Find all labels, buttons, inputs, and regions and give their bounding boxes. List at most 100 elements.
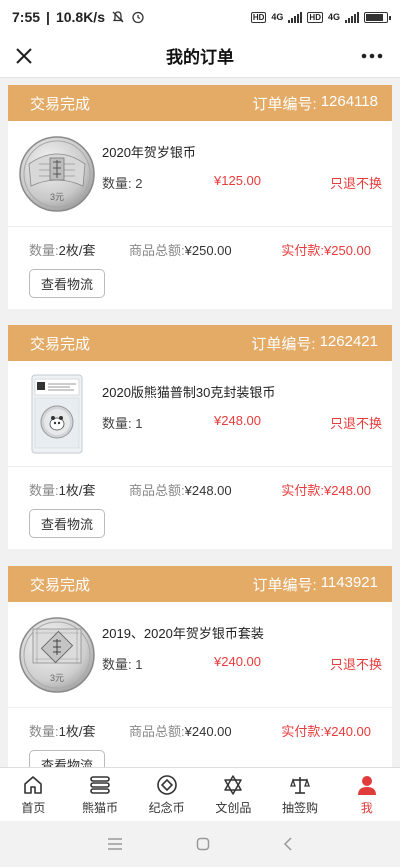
order-number-label: 订单编号: xyxy=(252,95,317,113)
unit-value: 2枚/套 xyxy=(58,243,96,258)
product-name[interactable]: 2019、2020年贺岁银币套装 xyxy=(102,623,264,642)
status-divider: | xyxy=(46,9,50,25)
order-header: 交易完成 订单编号: 1262421 xyxy=(8,325,392,361)
product-qty: 数量: 1 xyxy=(102,654,142,673)
order-item[interactable]: 3元 2020年贺岁银币 数量: 2 ¥125.00 只退不换 xyxy=(8,121,392,227)
return-policy: 只退不换 xyxy=(329,657,382,672)
alarm-icon xyxy=(132,11,144,24)
network-type-2: 4G xyxy=(327,12,340,22)
paid-label: 实付款: xyxy=(281,243,324,258)
unit-value: 1枚/套 xyxy=(58,483,96,498)
network-type-1: 4G xyxy=(271,12,284,22)
tab-label: 熊猫币 xyxy=(82,800,119,815)
page-title: 我的订单 xyxy=(166,48,234,67)
order-item[interactable]: 2020版熊猫普制30克封装银币 数量: 1 ¥248.00 只退不换 xyxy=(8,361,392,467)
unit-info: 数量:1枚/套 xyxy=(29,721,95,740)
tab-label: 文创品 xyxy=(215,800,252,815)
hd-badge-2: HD xyxy=(307,11,323,23)
status-time: 7:55 xyxy=(12,9,41,25)
total-info: 商品总额:¥250.00 xyxy=(129,240,232,259)
product-thumbnail[interactable]: 3元 xyxy=(14,131,100,217)
order-header: 交易完成 订单编号: 1264118 xyxy=(8,85,392,121)
menu-icon[interactable] xyxy=(107,837,123,851)
nav-bar: 我的订单 xyxy=(0,34,400,78)
commemorative-coin-icon xyxy=(156,774,177,795)
more-button[interactable] xyxy=(358,42,386,70)
total-label: 商品总额: xyxy=(129,483,185,498)
unit-label: 数量: xyxy=(29,483,59,498)
order-number: 1262421 xyxy=(319,332,378,350)
unit-info: 数量:2枚/套 xyxy=(29,240,95,259)
unit-info: 数量:1枚/套 xyxy=(29,480,95,499)
qty-label: 数量: xyxy=(102,176,132,191)
order-number: 1143921 xyxy=(320,573,378,591)
signal-icon xyxy=(288,11,303,23)
unit-label: 数量: xyxy=(29,724,59,739)
view-logistics-button[interactable]: 查看物流 xyxy=(29,269,105,298)
qty-value: 1 xyxy=(135,416,143,431)
coin-stack-icon xyxy=(90,775,110,794)
order-item[interactable]: 3元 2019、2020年贺岁银币套装 数量: 1 ¥240.00 只退不换 xyxy=(8,602,392,708)
silver-coin-set-image: 3元 xyxy=(19,617,95,693)
tab-home[interactable]: 首页 xyxy=(0,768,67,821)
order-list[interactable]: 交易完成 订单编号: 1264118 3元 2020年贺岁银币 数量: 2 ¥1… xyxy=(0,79,400,767)
total-label: 商品总额: xyxy=(129,724,185,739)
product-qty: 数量: 1 xyxy=(102,413,142,432)
close-button[interactable] xyxy=(10,42,38,70)
order-card: 交易完成 订单编号: 1264118 3元 2020年贺岁银币 数量: 2 ¥1… xyxy=(8,85,392,309)
qty-value: 1 xyxy=(135,657,143,672)
paid-info: 实付款:¥240.00 xyxy=(281,721,371,740)
network-speed: 10.8K/s xyxy=(55,9,105,25)
back-icon[interactable] xyxy=(283,837,293,851)
order-number-group: 订单编号: 1143921 xyxy=(253,574,378,595)
silver-coin-image: 3元 xyxy=(19,136,95,212)
unit-value: 1枚/套 xyxy=(58,724,96,739)
tab-cultural-products[interactable]: 文创品 xyxy=(200,768,267,821)
order-status: 交易完成 xyxy=(30,335,91,353)
product-qty: 数量: 2 xyxy=(102,173,142,192)
tab-panda-coin[interactable]: 熊猫币 xyxy=(67,768,134,821)
tab-label: 首页 xyxy=(21,800,46,815)
tab-lottery-purchase[interactable]: 抽签购 xyxy=(267,768,334,821)
product-thumbnail[interactable]: 3元 xyxy=(14,612,100,698)
return-policy: 只退不换 xyxy=(329,176,382,191)
unit-price: ¥240.00 xyxy=(214,654,261,669)
tab-label: 抽签购 xyxy=(282,800,319,815)
close-icon xyxy=(16,48,32,64)
order-actions: 查看物流 xyxy=(8,263,392,309)
qty-label: 数量: xyxy=(102,416,132,431)
paid-value: ¥248.00 xyxy=(324,483,371,498)
view-logistics-button[interactable]: 查看物流 xyxy=(29,750,105,767)
order-summary: 数量:1枚/套 商品总额:¥248.00 实付款:¥248.00 xyxy=(8,467,392,503)
total-value: ¥250.00 xyxy=(184,243,232,258)
status-bar: 7:55 | 10.8K/s HD 4G HD 4G xyxy=(0,0,400,34)
product-name[interactable]: 2020版熊猫普制30克封装银币 xyxy=(102,382,275,401)
home-square-icon[interactable] xyxy=(196,837,210,851)
tab-me[interactable]: 我 xyxy=(333,768,400,821)
order-card: 交易完成 订单编号: 1262421 2020版熊猫普制30克封装银币 数量: … xyxy=(8,325,392,549)
return-policy: 只退不换 xyxy=(329,416,382,431)
paid-value: ¥250.00 xyxy=(324,243,371,258)
paid-label: 实付款: xyxy=(281,724,324,739)
tab-commemorative-coin[interactable]: 纪念币 xyxy=(133,768,200,821)
view-logistics-button[interactable]: 查看物流 xyxy=(29,509,105,538)
slabbed-panda-coin-image xyxy=(31,374,83,454)
order-number-label: 订单编号: xyxy=(252,576,317,594)
order-number-label: 订单编号: xyxy=(251,335,316,353)
order-summary: 数量:1枚/套 商品总额:¥240.00 实付款:¥240.00 xyxy=(8,708,392,744)
hd-badge: HD xyxy=(250,11,267,23)
tab-label: 纪念币 xyxy=(148,800,185,815)
system-navigation-bar xyxy=(0,821,400,867)
scale-icon xyxy=(290,776,310,794)
order-number: 1264118 xyxy=(320,92,378,110)
order-status: 交易完成 xyxy=(30,576,91,594)
order-summary: 数量:2枚/套 商品总额:¥250.00 实付款:¥250.00 xyxy=(8,227,392,263)
product-thumbnail[interactable] xyxy=(14,371,100,457)
paid-info: 实付款:¥250.00 xyxy=(281,240,371,259)
total-info: 商品总额:¥240.00 xyxy=(129,721,232,740)
product-name[interactable]: 2020年贺岁银币 xyxy=(102,142,196,161)
battery-icon xyxy=(364,11,391,23)
order-actions: 查看物流 xyxy=(8,503,392,549)
more-icon xyxy=(361,53,383,59)
unit-label: 数量: xyxy=(29,243,59,258)
